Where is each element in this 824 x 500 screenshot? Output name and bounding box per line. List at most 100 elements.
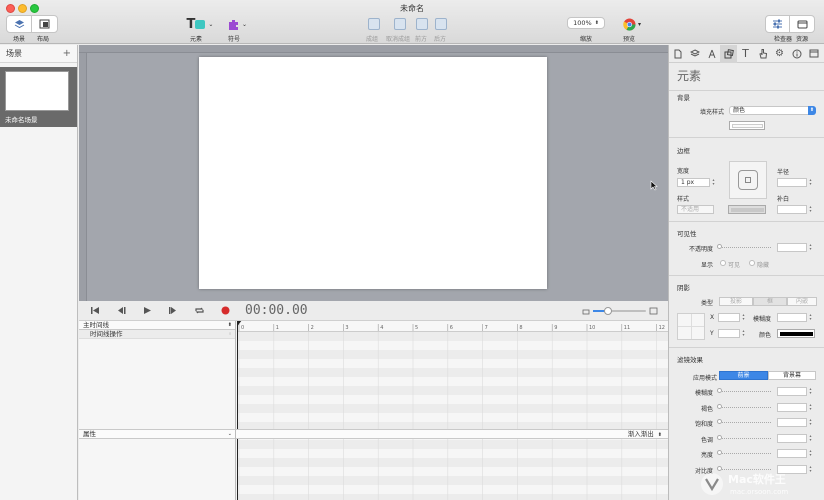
play-button[interactable] <box>137 303 157 319</box>
filter-value-field[interactable] <box>777 418 807 427</box>
filter-value-field[interactable] <box>777 449 807 458</box>
step-forward-button[interactable] <box>163 303 183 319</box>
timeline-zoom-slider[interactable] <box>582 306 658 316</box>
filter-slider-knob[interactable] <box>717 450 722 455</box>
app-window: 未命名 场景 布局 T ⌄ 元素 ⌄ 符号 成组 取消成组 前方 后方 100%… <box>0 0 824 500</box>
visible-radio[interactable] <box>720 260 726 266</box>
tab-text[interactable]: T <box>737 45 754 63</box>
filter-slider-knob[interactable] <box>717 434 722 440</box>
filter-stepper[interactable]: ▴ ▾ <box>808 402 813 412</box>
timeline-actions-row[interactable]: 时间线操作 ◦ <box>79 330 235 339</box>
apply-front-button[interactable]: 前景 <box>719 371 768 380</box>
tab-layers[interactable] <box>686 45 703 63</box>
inspector-toggle-button[interactable] <box>766 16 791 32</box>
filter-slider[interactable] <box>719 436 771 439</box>
filter-value-field[interactable] <box>777 387 807 396</box>
opacity-field[interactable] <box>777 243 807 252</box>
filter-stepper[interactable]: ▴ ▾ <box>808 449 813 458</box>
opacity-stepper[interactable]: ▴ ▾ <box>808 243 813 252</box>
go-to-start-button[interactable] <box>85 303 105 319</box>
send-backward-button[interactable] <box>433 15 449 33</box>
padding-field[interactable] <box>777 205 807 214</box>
scenes-toggle-button[interactable] <box>7 16 32 32</box>
filter-value-field[interactable] <box>777 402 807 412</box>
shadow-y-field[interactable] <box>718 329 740 338</box>
opacity-knob[interactable] <box>717 244 722 249</box>
filter-stepper[interactable]: ▴ ▾ <box>808 433 813 443</box>
border-style-select[interactable]: 不适用 <box>677 205 714 214</box>
tab-element[interactable] <box>720 45 737 63</box>
opacity-slider[interactable] <box>719 245 771 248</box>
properties-select[interactable]: 属性 ⌄ <box>79 430 236 439</box>
filter-stepper[interactable]: ▴ ▾ <box>808 387 813 396</box>
border-width-field[interactable]: 1 px <box>677 178 710 187</box>
shadow-type-inset[interactable]: 内嵌 <box>787 297 817 306</box>
tab-actions[interactable] <box>754 45 771 63</box>
radius-stepper[interactable]: ▴ ▾ <box>808 178 813 187</box>
filter-slider[interactable] <box>719 420 771 423</box>
zoom-select[interactable]: 100% ⬍ <box>567 17 605 29</box>
shadow-offset-pad[interactable] <box>677 313 705 340</box>
layout-toggle-button[interactable] <box>32 16 57 32</box>
stage-canvas[interactable] <box>199 57 547 289</box>
group-button[interactable] <box>366 15 382 33</box>
playhead[interactable] <box>237 321 238 500</box>
ungroup-button[interactable] <box>392 15 408 33</box>
tab-metrics[interactable] <box>703 45 720 63</box>
filter-slider[interactable] <box>719 389 771 392</box>
resources-toggle-button[interactable] <box>790 16 814 32</box>
stage-area[interactable] <box>79 45 668 301</box>
filter-slider-knob[interactable] <box>717 388 722 393</box>
main-timeline-select[interactable]: 主时间线 ⬍ <box>79 321 235 330</box>
timeline-grid[interactable]: 0 1 2 3 4 5 6 7 8 9 10 11 12 <box>237 321 668 500</box>
time-ruler-label: 4 <box>380 325 383 331</box>
layout-icon <box>39 19 50 29</box>
radius-field[interactable] <box>777 178 807 187</box>
scene-item[interactable]: 未命名场景 <box>0 67 77 127</box>
shadow-y-stepper[interactable]: ▴ ▾ <box>741 329 746 338</box>
easing-select[interactable]: 渐入渐出 ⬍ <box>628 430 662 440</box>
playhead-handle-icon[interactable] <box>237 321 242 326</box>
bring-forward-button[interactable] <box>414 15 430 33</box>
symbols-button[interactable]: ⌄ <box>225 15 249 33</box>
scene-name: 未命名场景 <box>5 116 38 124</box>
shadow-type-box[interactable]: 框 <box>753 297 787 306</box>
hidden-radio[interactable] <box>749 260 755 266</box>
shadow-blur-field[interactable] <box>777 313 807 322</box>
zoom-knob[interactable] <box>603 307 612 315</box>
record-button[interactable] <box>215 303 235 319</box>
filter-label: 饱和度 <box>694 421 713 428</box>
padding-label: 补白 <box>777 196 790 203</box>
shadow-color-well[interactable] <box>777 329 815 338</box>
border-color-well[interactable] <box>728 205 766 214</box>
apply-backdrop-button[interactable]: 背景幕 <box>768 371 816 380</box>
filter-slider-knob[interactable] <box>717 403 722 409</box>
filter-stepper[interactable]: ▴ ▾ <box>808 418 813 427</box>
shadow-type-drop[interactable]: 投影 <box>719 297 753 306</box>
fill-style-select[interactable]: 颜色 ⬍ <box>729 106 816 115</box>
filter-slider[interactable] <box>719 451 771 454</box>
loop-button[interactable] <box>189 303 209 319</box>
step-back-button[interactable] <box>111 303 131 319</box>
filter-slider-knob[interactable] <box>717 419 722 424</box>
border-width-stepper[interactable]: ▴ ▾ <box>711 178 716 187</box>
add-scene-button[interactable]: + <box>63 48 71 59</box>
time-ruler-label: 9 <box>554 325 557 331</box>
padding-stepper[interactable]: ▴ ▾ <box>808 205 813 214</box>
shadow-blur-stepper[interactable]: ▴ ▾ <box>808 313 813 322</box>
elements-button[interactable]: T ⌄ <box>183 15 217 33</box>
shadow-x-field[interactable] <box>718 313 740 322</box>
border-section-title: 边框 <box>677 147 690 155</box>
chrome-browser-icon <box>623 18 636 31</box>
filter-value-field[interactable] <box>777 433 807 443</box>
tab-resources[interactable] <box>805 45 822 63</box>
tab-info[interactable] <box>788 45 805 63</box>
tab-settings[interactable]: ⚙ <box>771 45 788 63</box>
border-corner-picker[interactable] <box>729 161 767 199</box>
border-style-value: 不适用 <box>681 206 700 213</box>
tab-document[interactable] <box>669 45 686 63</box>
background-color-well[interactable] <box>729 121 765 130</box>
filter-slider[interactable] <box>719 405 771 408</box>
shadow-x-stepper[interactable]: ▴ ▾ <box>741 313 746 322</box>
preview-button[interactable]: ▾ <box>620 15 644 33</box>
